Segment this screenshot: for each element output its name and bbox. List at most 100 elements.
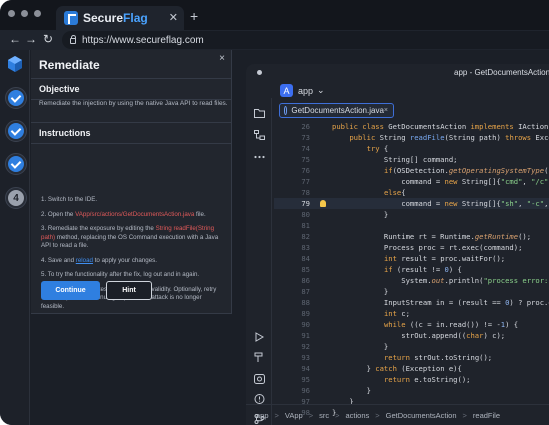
code-line[interactable]: int c;: [332, 309, 410, 318]
reload-button[interactable]: ↻: [43, 32, 53, 46]
code-line[interactable]: }: [332, 386, 371, 395]
code-line[interactable]: if (result != 0) {: [332, 265, 462, 274]
structure-icon[interactable]: [254, 130, 265, 140]
code-line[interactable]: strOut.append((char) c);: [332, 331, 505, 340]
code-editor[interactable]: 26 public class GetDocumentsAction implem…: [274, 122, 549, 417]
line-number: 96: [301, 386, 310, 395]
breadcrumb-item[interactable]: VApp: [285, 411, 303, 420]
remediate-panel: Remediate × Objective Instructions 1. Sw…: [31, 50, 232, 314]
instruction-step: 1. Switch to the IDE.: [41, 196, 226, 205]
code-line[interactable]: }: [332, 342, 388, 351]
code-line[interactable]: public class GetDocumentsAction implemen…: [332, 122, 549, 131]
folder-icon[interactable]: [254, 108, 265, 118]
url-field[interactable]: https://www.secureflag.com: [62, 31, 549, 49]
close-panel-icon[interactable]: ×: [219, 53, 225, 64]
forward-button[interactable]: →: [25, 32, 37, 46]
checkmark-icon: [8, 123, 24, 139]
code-line[interactable]: return strOut.toString();: [332, 353, 492, 362]
code-line[interactable]: Runtime rt = Runtime.getRuntime();: [332, 232, 531, 241]
lock-icon: [70, 35, 76, 44]
back-button[interactable]: ←: [9, 32, 21, 46]
hint-button[interactable]: Hint: [106, 281, 152, 300]
step-2-complete[interactable]: [5, 120, 27, 142]
line-number: 85: [301, 265, 310, 274]
line-number: 76: [301, 166, 310, 175]
project-selector[interactable]: A app ⌄: [280, 84, 325, 97]
code-line[interactable]: command = new String[]{"sh", "-c", "cat": [332, 199, 549, 208]
breadcrumb-separator: >: [335, 410, 340, 420]
step-3-complete[interactable]: [5, 153, 27, 175]
line-number: 26: [301, 122, 310, 131]
line-number: 93: [301, 353, 310, 362]
line-number: 90: [301, 320, 310, 329]
minimize-window-dot[interactable]: [21, 10, 28, 17]
line-number: 84: [301, 254, 310, 263]
instruction-step: 2. Open the VApp/src/actions/GetDocument…: [41, 211, 226, 220]
code-line[interactable]: public String readFile(String path) thro…: [332, 133, 549, 142]
objective-header: Objective: [31, 78, 232, 100]
ide-menu-dot[interactable]: [257, 70, 262, 75]
code-line[interactable]: if(OSDetection.getOperatingSystemType().…: [332, 166, 549, 175]
code-line[interactable]: try {: [332, 144, 389, 153]
file-tab-getdocumentsaction[interactable]: GetDocumentsAction.java ×: [279, 103, 394, 118]
line-number: 77: [301, 177, 310, 186]
line-number: 95: [301, 375, 310, 384]
code-line[interactable]: }: [332, 287, 388, 296]
lightbulb-icon[interactable]: [320, 200, 326, 207]
breadcrumb-item[interactable]: GetDocumentsAction: [386, 411, 457, 420]
breadcrumb-separator: >: [274, 410, 279, 420]
java-class-icon: [284, 106, 288, 115]
new-tab-button[interactable]: +: [190, 8, 198, 24]
breadcrumb-separator: >: [375, 410, 380, 420]
line-number: 73: [301, 133, 310, 142]
close-tab-icon[interactable]: ✕: [169, 11, 178, 24]
breadcrumb-item[interactable]: actions: [345, 411, 369, 420]
close-file-tab-icon[interactable]: ×: [384, 107, 388, 114]
step-text: Save and: [47, 256, 76, 264]
build-hammer-icon[interactable]: [254, 352, 265, 362]
problems-icon[interactable]: [254, 394, 265, 404]
step-number: 3.: [41, 225, 48, 232]
breadcrumb-item[interactable]: app: [256, 411, 269, 420]
browser-tab-bar: SecureFlag ✕ +: [0, 0, 549, 30]
code-line[interactable]: String[] command;: [332, 155, 458, 164]
code-line[interactable]: while ((c = in.read()) != -1) {: [332, 320, 518, 329]
services-icon[interactable]: [254, 374, 265, 384]
code-reference: VApp/src/actions/GetDocumentsAction.java: [75, 210, 195, 218]
reload-link[interactable]: reload: [76, 257, 93, 264]
line-number: 75: [301, 155, 310, 164]
maximize-window-dot[interactable]: [34, 10, 41, 17]
ide-window-title: app - GetDocumentsAction: [454, 68, 549, 77]
code-line[interactable]: }: [332, 210, 388, 219]
step-text: Switch to the IDE.: [47, 196, 98, 203]
window-controls: [8, 10, 41, 17]
close-window-dot[interactable]: [8, 10, 15, 17]
step-4-current[interactable]: 4: [5, 187, 27, 209]
instructions-header: Instructions: [31, 122, 232, 144]
breadcrumb-separator: >: [308, 410, 314, 420]
code-line[interactable]: Process proc = rt.exec(command);: [332, 243, 522, 252]
code-line[interactable]: int result = proc.waitFor();: [332, 254, 505, 263]
run-icon[interactable]: [254, 332, 265, 342]
code-line[interactable]: System.out.println("process error: " + r: [332, 276, 549, 285]
project-avatar: A: [280, 84, 293, 97]
code-line[interactable]: command = new String[]{"cmd", "/c", "typ…: [332, 177, 549, 186]
line-number: 88: [301, 298, 310, 307]
breadcrumb-item[interactable]: src: [319, 411, 329, 420]
instruction-step: 5. To try the functionality after the fi…: [41, 271, 226, 280]
step-number: 4: [8, 190, 24, 206]
breadcrumb-item[interactable]: readFile: [473, 411, 500, 420]
browser-tab-secureflag[interactable]: SecureFlag ✕: [56, 6, 184, 30]
line-number: 86: [301, 276, 310, 285]
continue-button[interactable]: Continue: [41, 281, 100, 300]
line-number: 89: [301, 309, 310, 318]
step-1-complete[interactable]: [5, 87, 27, 109]
code-line[interactable]: else{: [332, 188, 406, 197]
line-number: 81: [301, 221, 310, 230]
code-line[interactable]: InputStream in = (result == 0) ? proc.ge…: [332, 298, 549, 307]
breadcrumb-separator: >: [462, 410, 467, 420]
more-icon[interactable]: [254, 152, 265, 162]
step-text: file.: [194, 210, 206, 218]
code-line[interactable]: return e.toString();: [332, 375, 471, 384]
code-line[interactable]: } catch (Exception e){: [332, 364, 462, 373]
